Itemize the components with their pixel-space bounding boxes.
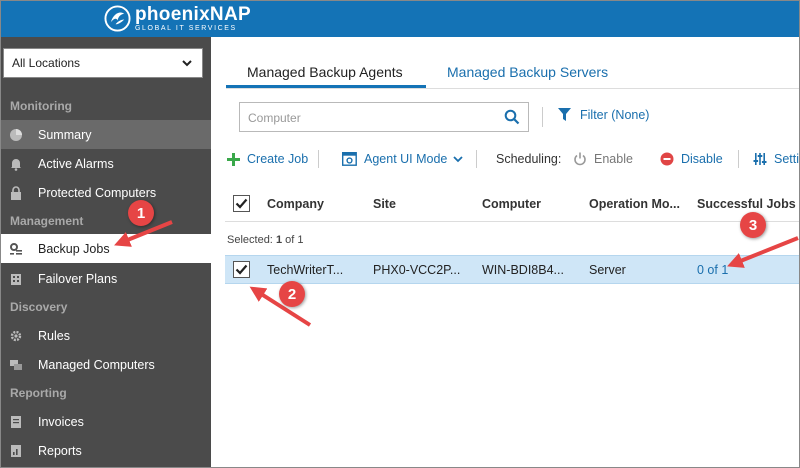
agent-ui-mode-dropdown[interactable]: Agent UI Mode — [342, 150, 464, 168]
tabs-divider — [226, 88, 800, 89]
building-icon — [9, 272, 23, 286]
search-input[interactable]: Computer — [239, 102, 529, 132]
toolbar-divider — [738, 150, 739, 168]
gear-icon — [9, 329, 23, 343]
invoice-icon — [9, 415, 23, 429]
filter-button[interactable]: Filter (None) — [558, 108, 649, 122]
settings-label: Setti — [774, 152, 800, 166]
active-item-pointer — [205, 240, 212, 256]
sidebar-item-label: Active Alarms — [38, 156, 114, 171]
location-select[interactable]: All Locations — [3, 48, 203, 78]
brand-name: phoenixNAP — [135, 4, 251, 25]
sidebar-item-backup-jobs[interactable]: Backup Jobs — [0, 234, 211, 263]
create-job-button[interactable]: Create Job — [227, 150, 308, 168]
brand-logo[interactable]: phoenixNAP GLOBAL IT SERVICES — [104, 3, 251, 34]
brand-tagline: GLOBAL IT SERVICES — [135, 25, 237, 32]
cell-site: PHX0-VCC2P... — [373, 263, 461, 277]
sidebar-item-invoices[interactable]: Invoices — [0, 407, 211, 436]
column-header-operation-mode[interactable]: Operation Mo... — [589, 197, 680, 211]
section-management: Management — [10, 214, 84, 228]
create-job-label: Create Job — [247, 152, 309, 166]
disable-button[interactable]: Disable — [660, 150, 723, 168]
enable-button[interactable]: Enable — [573, 150, 633, 168]
selection-summary: Selected: 1 of 1 — [227, 234, 303, 246]
sidebar-item-protected-computers[interactable]: Protected Computers — [0, 178, 211, 207]
sidebar-item-label: Failover Plans — [38, 271, 118, 286]
tab-managed-backup-agents[interactable]: Managed Backup Agents — [247, 57, 403, 87]
settings-button[interactable]: Setti — [753, 150, 799, 168]
row-checkbox[interactable] — [233, 261, 250, 278]
toolbar-divider — [318, 150, 319, 168]
selected-total: of 1 — [285, 234, 304, 246]
chevron-down-icon — [182, 60, 192, 67]
filter-icon — [558, 108, 571, 121]
callout-3: 3 — [740, 212, 766, 238]
sidebar-item-rules[interactable]: Rules — [0, 321, 211, 350]
cell-company: TechWriterT... — [267, 263, 344, 277]
column-header-successful-jobs[interactable]: Successful Jobs — [697, 197, 796, 211]
section-monitoring: Monitoring — [10, 99, 72, 113]
column-header-computer[interactable]: Computer — [482, 197, 541, 211]
table-row[interactable]: TechWriterT... PHX0-VCC2P... WIN-BDI8B4.… — [225, 255, 800, 284]
search-icon[interactable] — [504, 109, 520, 125]
grid-header: Company Site Computer Operation Mo... Su… — [225, 187, 800, 222]
cell-computer: WIN-BDI8B4... — [482, 263, 564, 277]
checkmark-icon — [235, 264, 248, 275]
sidebar-item-failover-plans[interactable]: Failover Plans — [0, 264, 211, 293]
sidebar-item-label: Backup Jobs — [38, 241, 110, 256]
sidebar-item-managed-computers[interactable]: Managed Computers — [0, 350, 211, 379]
search-placeholder: Computer — [248, 111, 301, 125]
report-icon — [9, 444, 23, 458]
agent-ui-mode-label: Agent UI Mode — [364, 152, 448, 166]
sidebar-item-label: Summary — [38, 127, 92, 142]
cell-successful-jobs-link[interactable]: 0 of 1 — [697, 263, 728, 277]
scheduling-label: Scheduling: — [496, 152, 562, 166]
sidebar: All Locations Monitoring Summary Active … — [0, 37, 211, 468]
sidebar-item-label: Protected Computers — [38, 185, 157, 200]
pie-chart-icon — [9, 128, 23, 142]
selected-count: 1 — [275, 234, 283, 246]
tab-managed-backup-servers[interactable]: Managed Backup Servers — [447, 57, 608, 87]
column-header-company[interactable]: Company — [267, 197, 324, 211]
sidebar-item-label: Reports — [38, 443, 82, 458]
select-all-checkbox[interactable] — [233, 195, 250, 212]
checkmark-icon — [235, 198, 248, 209]
computers-icon — [9, 358, 23, 372]
power-icon — [573, 152, 587, 166]
sidebar-item-reports[interactable]: Reports — [0, 436, 211, 465]
gear-list-icon — [9, 242, 23, 256]
section-discovery: Discovery — [10, 300, 68, 314]
column-header-site[interactable]: Site — [373, 197, 396, 211]
sidebar-item-label: Rules — [38, 328, 70, 343]
sidebar-item-active-alarms[interactable]: Active Alarms — [0, 149, 211, 178]
cell-operation-mode: Server — [589, 263, 626, 277]
enable-label: Enable — [594, 152, 633, 166]
callout-1: 1 — [128, 200, 154, 226]
stop-icon — [660, 152, 674, 166]
disable-label: Disable — [681, 152, 723, 166]
selected-label: Selected: — [227, 234, 273, 246]
callout-2: 2 — [279, 281, 305, 307]
sliders-icon — [753, 152, 767, 166]
search-divider — [542, 107, 543, 127]
filter-label: Filter (None) — [580, 108, 650, 122]
toolbar-divider — [476, 150, 477, 168]
lock-icon — [9, 185, 23, 200]
section-reporting: Reporting — [10, 386, 67, 400]
sidebar-item-summary[interactable]: Summary — [0, 120, 211, 149]
window-settings-icon — [342, 152, 357, 166]
sidebar-item-label: Managed Computers — [38, 357, 155, 372]
top-header: phoenixNAP GLOBAL IT SERVICES — [0, 0, 800, 37]
bell-icon — [9, 157, 23, 171]
plus-icon — [227, 152, 240, 166]
location-select-value: All Locations — [12, 56, 81, 70]
chevron-down-icon — [453, 156, 464, 163]
phoenix-logo-icon — [104, 5, 131, 32]
sidebar-item-label: Invoices — [38, 414, 84, 429]
